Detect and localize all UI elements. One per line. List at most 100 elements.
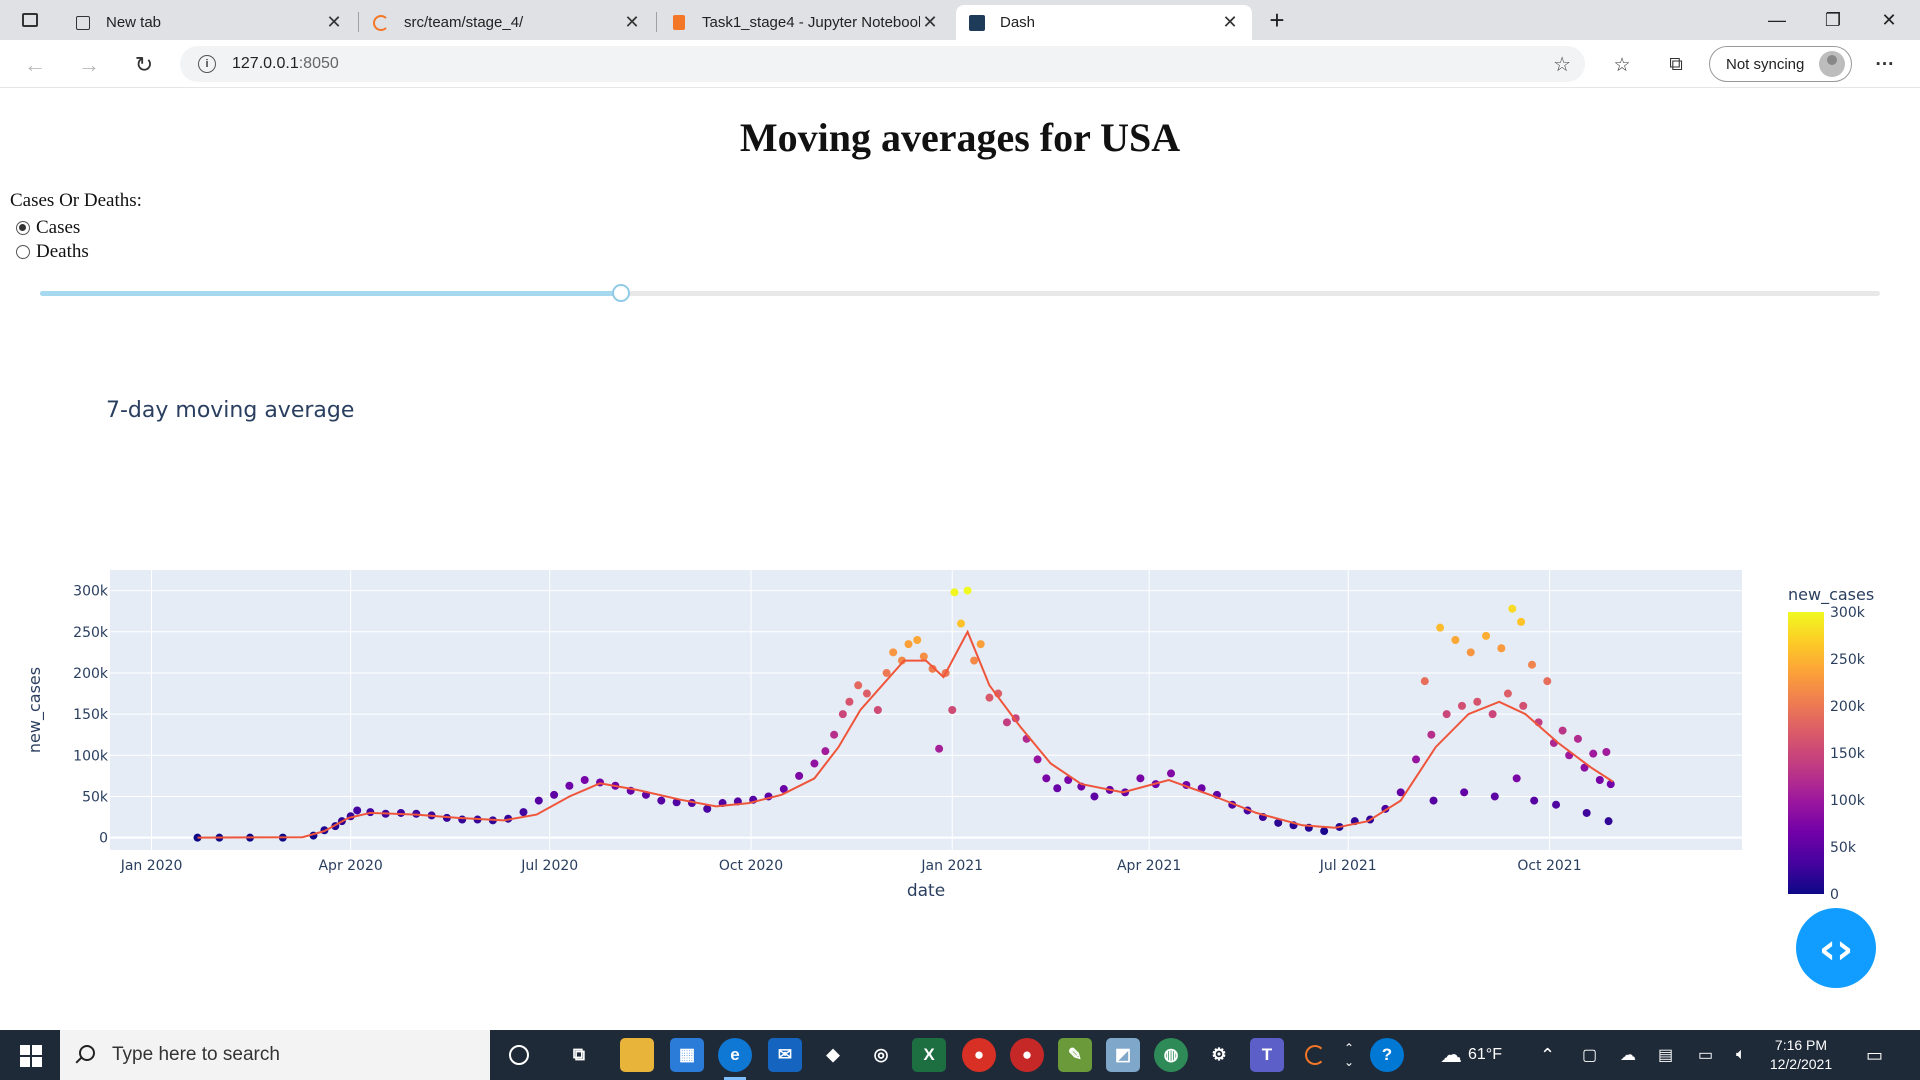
mail-icon[interactable]: ✉ xyxy=(768,1038,802,1072)
tab-title: Dash xyxy=(1000,14,1036,31)
weather-widget[interactable]: ☁ 61°F xyxy=(1440,1030,1502,1080)
add-favorite-icon[interactable]: ☆ xyxy=(1553,52,1571,77)
data-point xyxy=(1429,796,1438,805)
x-tick-label: Jul 2021 xyxy=(1319,858,1377,874)
data-point xyxy=(1002,718,1011,727)
site-info-icon[interactable]: i xyxy=(198,55,216,73)
start-button[interactable] xyxy=(10,1040,50,1070)
dash-devtools-button[interactable]: ‹› xyxy=(1796,908,1876,988)
minimize-button[interactable]: — xyxy=(1749,0,1805,40)
radio-deaths-label: Deaths xyxy=(36,241,89,262)
device-icon[interactable]: ▢ xyxy=(1582,1030,1597,1080)
address-bar[interactable]: i 127.0.0.1:8050 ☆ xyxy=(180,46,1585,82)
notifications-icon[interactable]: ▭ xyxy=(1866,1030,1883,1080)
close-tab-icon[interactable]: ✕ xyxy=(920,12,940,33)
data-point xyxy=(1595,776,1604,784)
data-point xyxy=(1320,827,1329,836)
window-slider-handle[interactable] xyxy=(612,284,631,302)
y-axis-label: new_cases xyxy=(25,667,45,753)
data-point xyxy=(1420,677,1429,686)
data-point xyxy=(1482,631,1491,640)
chrome-canary-icon[interactable]: ● xyxy=(1010,1038,1044,1072)
search-placeholder: Type here to search xyxy=(112,1044,280,1065)
new-tab-button[interactable]: + xyxy=(1249,0,1305,40)
data-point xyxy=(889,648,898,657)
data-point xyxy=(919,652,928,661)
radio-deaths[interactable] xyxy=(16,245,30,259)
data-point xyxy=(950,588,959,597)
colorbar-title: new_cases xyxy=(1788,585,1874,605)
network-icon[interactable]: ▤ xyxy=(1658,1030,1673,1080)
scroll-taskbar-icon[interactable]: ⌃ ⌄ xyxy=(1344,1030,1354,1080)
jupyter-taskbar-icon[interactable] xyxy=(1298,1038,1332,1072)
data-point xyxy=(1473,697,1482,706)
browser-toolbar: ← → ↻ i 127.0.0.1:8050 ☆ ☆ ⧉ Not syncing… xyxy=(0,40,1920,88)
battery-icon[interactable]: ▭ xyxy=(1698,1030,1713,1080)
onedrive-icon[interactable]: ☁ xyxy=(1620,1030,1636,1080)
radio-cases[interactable] xyxy=(16,221,30,235)
restore-button[interactable]: ❐ xyxy=(1805,0,1861,40)
taskbar-search[interactable]: Type here to search xyxy=(60,1030,490,1080)
back-button[interactable]: ← xyxy=(18,48,52,82)
globe-icon[interactable]: ◍ xyxy=(1154,1038,1188,1072)
teams-icon[interactable]: T xyxy=(1250,1038,1284,1072)
forward-arrow-icon: → xyxy=(78,52,100,77)
data-point xyxy=(1503,689,1512,698)
settings-gear-icon[interactable]: ⚙ xyxy=(1202,1038,1236,1072)
refresh-button[interactable]: ↻ xyxy=(127,48,161,82)
url-port: :8050 xyxy=(298,55,339,72)
editor-icon[interactable]: ◩ xyxy=(1106,1038,1140,1072)
show-hidden-icons-icon[interactable]: ⌃ xyxy=(1540,1030,1555,1080)
data-point xyxy=(1582,808,1591,817)
tab-new-tab[interactable]: New tab ✕ xyxy=(62,5,356,40)
dropbox-icon[interactable]: ◆ xyxy=(816,1038,850,1072)
search-icon xyxy=(74,1045,95,1065)
colorbar-tick-label: 100k xyxy=(1830,793,1866,809)
forward-button[interactable]: → xyxy=(72,48,106,82)
colorbar-tick-label: 300k xyxy=(1830,605,1866,621)
store-icon[interactable]: ▦ xyxy=(670,1038,704,1072)
radio-option-cases[interactable]: Cases xyxy=(10,216,142,240)
colorbar xyxy=(1788,612,1824,894)
data-point xyxy=(795,771,804,780)
collections-icon[interactable]: ⧉ xyxy=(1661,50,1691,80)
y-tick-label: 150k xyxy=(73,707,109,723)
tab-title: src/team/stage_4/ xyxy=(404,14,524,31)
colorbar-tick-label: 250k xyxy=(1830,652,1866,668)
colorbar-tick-label: 0 xyxy=(1830,887,1839,903)
close-tab-icon[interactable]: ✕ xyxy=(1220,12,1240,33)
task-view-icon[interactable]: ⧉ xyxy=(562,1038,596,1072)
favorites-icon[interactable]: ☆ xyxy=(1607,50,1637,80)
volume-icon[interactable]: 🔈︎ xyxy=(1736,1030,1746,1080)
more-options-icon[interactable]: ··· xyxy=(1870,50,1900,80)
chrome-icon[interactable]: ● xyxy=(962,1038,996,1072)
help-icon[interactable]: ? xyxy=(1370,1038,1404,1072)
tab-dash[interactable]: Dash ✕ xyxy=(956,5,1252,40)
github-icon[interactable]: ◎ xyxy=(864,1038,898,1072)
tab-jupyter-notebook[interactable]: Task1_stage4 - Jupyter Notebook ✕ xyxy=(658,5,952,40)
close-tab-icon[interactable]: ✕ xyxy=(622,12,642,33)
radio-group-label: Cases Or Deaths: xyxy=(10,190,142,211)
file-explorer-icon[interactable] xyxy=(620,1038,654,1072)
data-point xyxy=(657,796,666,805)
data-point xyxy=(904,640,913,649)
tab-jupyter-tree[interactable]: src/team/stage_4/ ✕ xyxy=(360,5,654,40)
data-point xyxy=(1451,636,1460,644)
cortana-icon[interactable] xyxy=(502,1038,536,1072)
taskbar-clock[interactable]: 7:16 PM 12/2/2021 xyxy=(1756,1036,1846,1074)
radio-option-deaths[interactable]: Deaths xyxy=(10,240,142,264)
data-point xyxy=(1033,755,1042,764)
edge-icon[interactable]: e xyxy=(718,1038,752,1080)
data-point xyxy=(1488,710,1497,719)
data-point xyxy=(963,586,972,595)
close-tab-icon[interactable]: ✕ xyxy=(324,12,344,33)
data-point xyxy=(1573,734,1582,743)
y-axis-ticks: 0 50k 100k 150k 200k 250k 300k xyxy=(73,584,109,847)
data-point xyxy=(957,619,966,628)
notepad-plus-icon[interactable]: ✎ xyxy=(1058,1038,1092,1072)
tab-divider xyxy=(358,12,359,32)
close-window-button[interactable]: ✕ xyxy=(1861,0,1917,40)
data-point xyxy=(948,706,957,714)
excel-icon[interactable]: X xyxy=(912,1038,946,1072)
profile-sync-button[interactable]: Not syncing xyxy=(1709,46,1852,82)
